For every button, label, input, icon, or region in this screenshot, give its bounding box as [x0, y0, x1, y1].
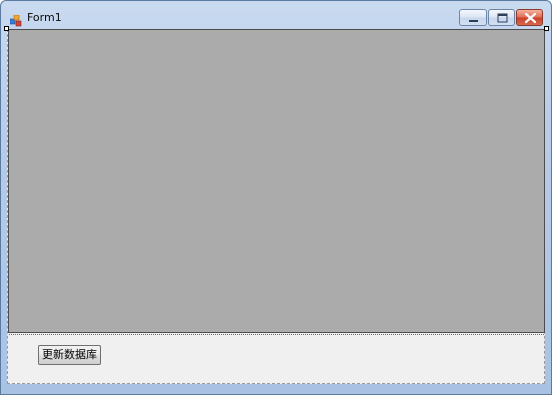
data-grid-view[interactable] — [8, 29, 545, 335]
resize-handle-top-right[interactable] — [544, 26, 549, 31]
window-bottom-border — [1, 388, 553, 396]
title-bar[interactable]: Form1 — [1, 1, 553, 29]
update-database-button[interactable]: 更新数据库 — [38, 345, 101, 365]
minimize-button[interactable] — [459, 9, 487, 26]
app-icon — [9, 12, 22, 27]
close-button[interactable] — [516, 9, 543, 26]
maximize-button[interactable] — [488, 9, 515, 26]
form-window: Form1 更新数据库 — [0, 0, 552, 395]
window-title: Form1 — [27, 11, 62, 24]
resize-handle-top-left[interactable] — [4, 26, 9, 31]
